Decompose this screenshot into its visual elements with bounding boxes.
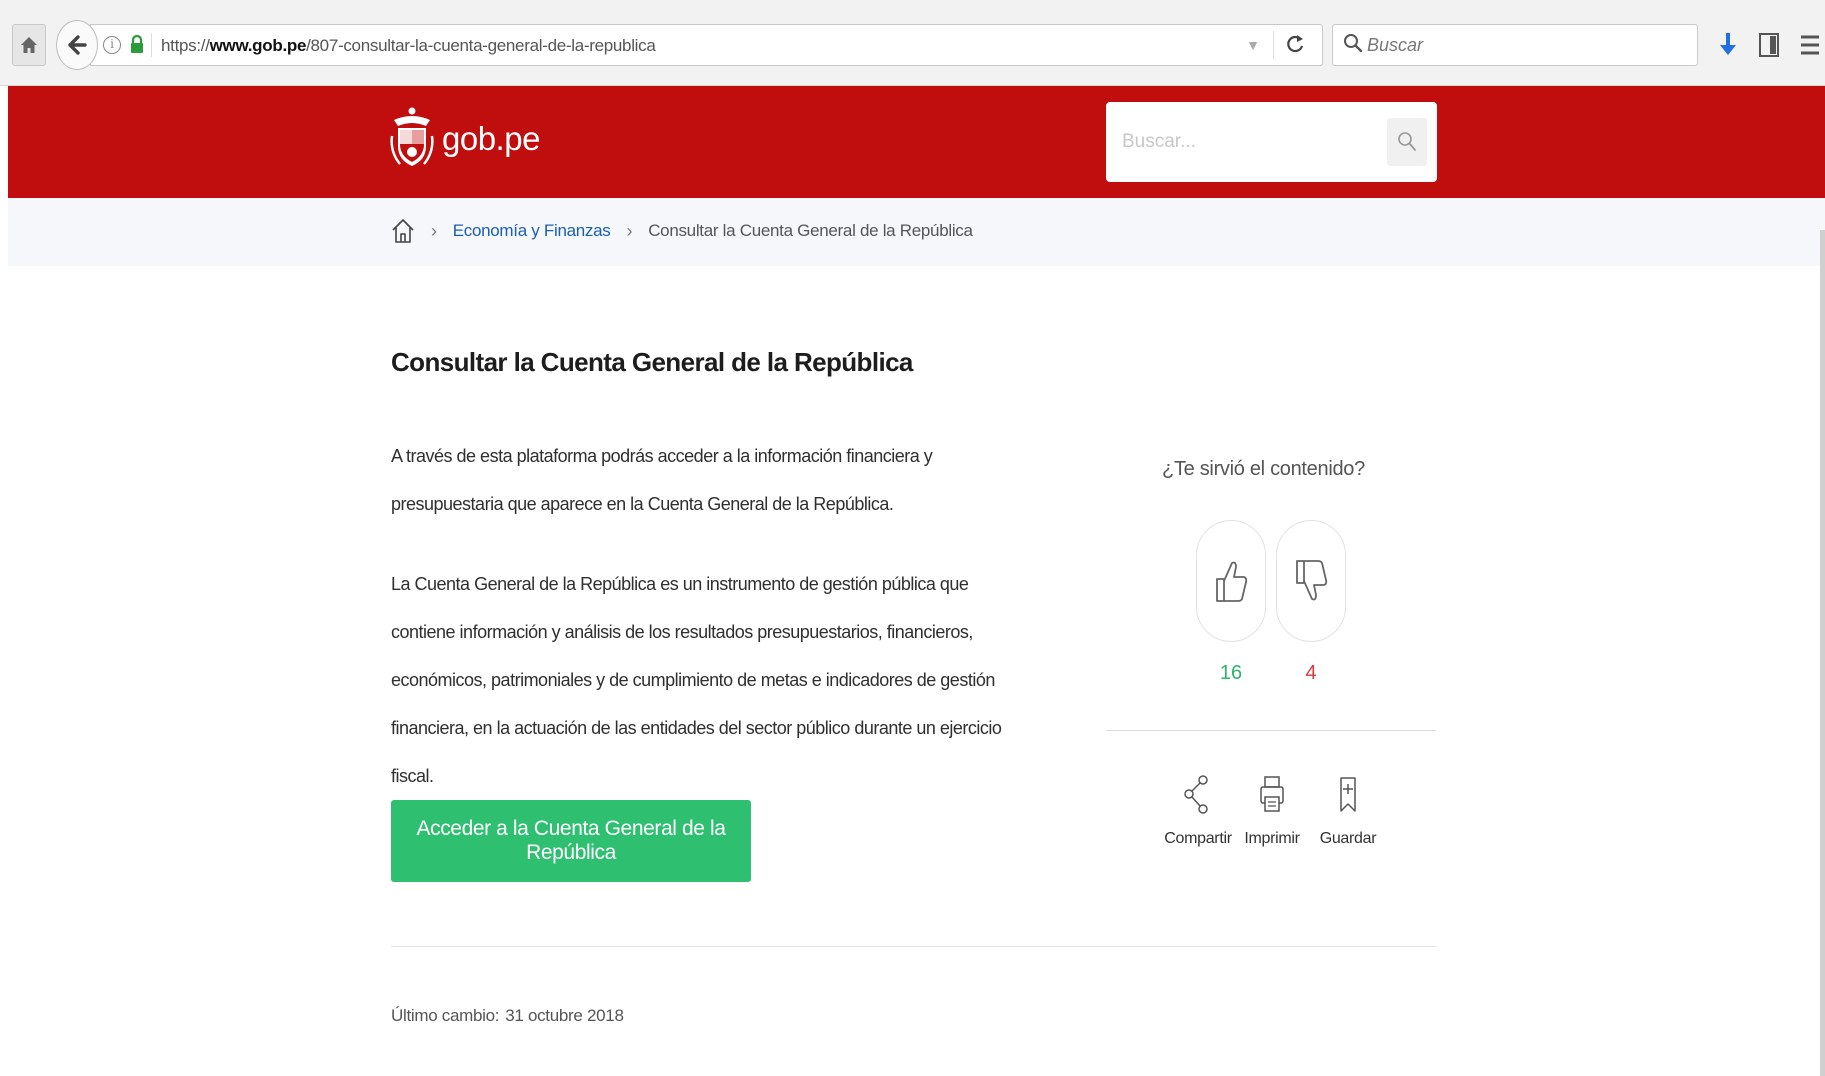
home-icon [21, 37, 37, 53]
download-icon [1720, 33, 1736, 55]
access-cuenta-general-button[interactable]: Acceder a la Cuenta General de la Repúbl… [391, 800, 751, 882]
breadcrumb-separator: › [431, 220, 437, 241]
intro-paragraph: A través de esta plataforma podrás acced… [391, 446, 933, 514]
save-button[interactable]: Guardar [1308, 772, 1388, 848]
share-icon [1184, 775, 1208, 814]
breadcrumb-current: Consultar la Cuenta General de la Repúbl… [648, 221, 973, 240]
thumbs-down-icon [1296, 560, 1328, 601]
home-icon [392, 219, 414, 243]
logo-text: gob.pe [442, 120, 540, 157]
url-domain: www.gob.pe [209, 36, 307, 55]
breadcrumb-link-economia[interactable]: Economía y Finanzas [453, 221, 611, 241]
feedback-question: ¿Te sirvió el contenido? [1162, 458, 1365, 480]
site-search-input[interactable] [1122, 128, 1372, 156]
breadcrumb-separator: › [626, 220, 633, 241]
thumbs-up-button[interactable] [1196, 520, 1266, 642]
reload-icon[interactable] [1280, 31, 1310, 59]
url-separator [151, 33, 152, 57]
menu-button[interactable] [1796, 26, 1824, 64]
url-path: /807-consultar-la-cuenta-general-de-la-r… [306, 36, 656, 55]
browser-back-button[interactable] [56, 20, 98, 70]
site-search-box[interactable] [1106, 102, 1437, 182]
library-icon [1759, 33, 1779, 57]
content-divider [391, 946, 1437, 947]
last-change-date: 31 octubre 2018 [505, 1006, 624, 1025]
site-search-button[interactable] [1387, 118, 1427, 166]
site-header: gob.pe [8, 86, 1825, 198]
browser-home-button[interactable] [12, 24, 46, 66]
coat-of-arms-icon [390, 107, 434, 166]
url-bar[interactable]: i https://www.gob.pe/807-consultar-la-cu… [90, 24, 1323, 66]
browser-search-input[interactable] [1367, 33, 1667, 57]
print-label: Imprimir [1244, 830, 1300, 847]
description-paragraph: La Cuenta General de la República es un … [391, 574, 1002, 786]
url-text[interactable]: https://www.gob.pe/807-consultar-la-cuen… [161, 36, 656, 56]
reload-separator [1273, 31, 1274, 59]
last-change: Último cambio: 31 octubre 2018 [391, 1006, 624, 1026]
info-icon[interactable]: i [103, 36, 121, 54]
bookmark-icon [1340, 777, 1356, 812]
share-label: Compartir [1164, 830, 1232, 847]
back-arrow-icon [68, 35, 87, 55]
thumbs-up-count: 16 [1219, 662, 1243, 684]
breadcrumb: › Economía y Finanzas › Consultar la Cue… [391, 218, 973, 244]
sidebar-divider [1106, 730, 1436, 731]
thumbs-down-count: 4 [1305, 662, 1317, 684]
library-button[interactable] [1752, 26, 1786, 64]
share-button[interactable]: Compartir [1158, 772, 1238, 848]
browser-search-box[interactable] [1332, 24, 1698, 66]
site-logo[interactable]: gob.pe [390, 106, 540, 172]
thumbs-up-icon [1216, 561, 1248, 602]
lock-icon [129, 34, 145, 59]
menu-icon [1801, 35, 1819, 55]
print-icon [1260, 776, 1284, 812]
scrollbar[interactable] [1820, 230, 1825, 1076]
search-icon [1343, 33, 1363, 60]
last-change-label: Último cambio: [391, 1006, 500, 1025]
url-prefix: https:// [161, 36, 210, 55]
breadcrumb-bar: › Economía y Finanzas › Consultar la Cue… [8, 198, 1825, 266]
download-button[interactable] [1712, 26, 1744, 64]
save-label: Guardar [1319, 830, 1377, 847]
dropdown-icon[interactable]: ▼ [1246, 37, 1260, 53]
search-icon [1398, 132, 1416, 151]
browser-toolbar: i https://www.gob.pe/807-consultar-la-cu… [0, 0, 1825, 86]
thumbs-down-button[interactable] [1276, 520, 1346, 642]
print-button[interactable]: Imprimir [1232, 772, 1312, 848]
page-title: Consultar la Cuenta General de la Repúbl… [391, 347, 913, 377]
breadcrumb-home[interactable] [391, 218, 415, 244]
